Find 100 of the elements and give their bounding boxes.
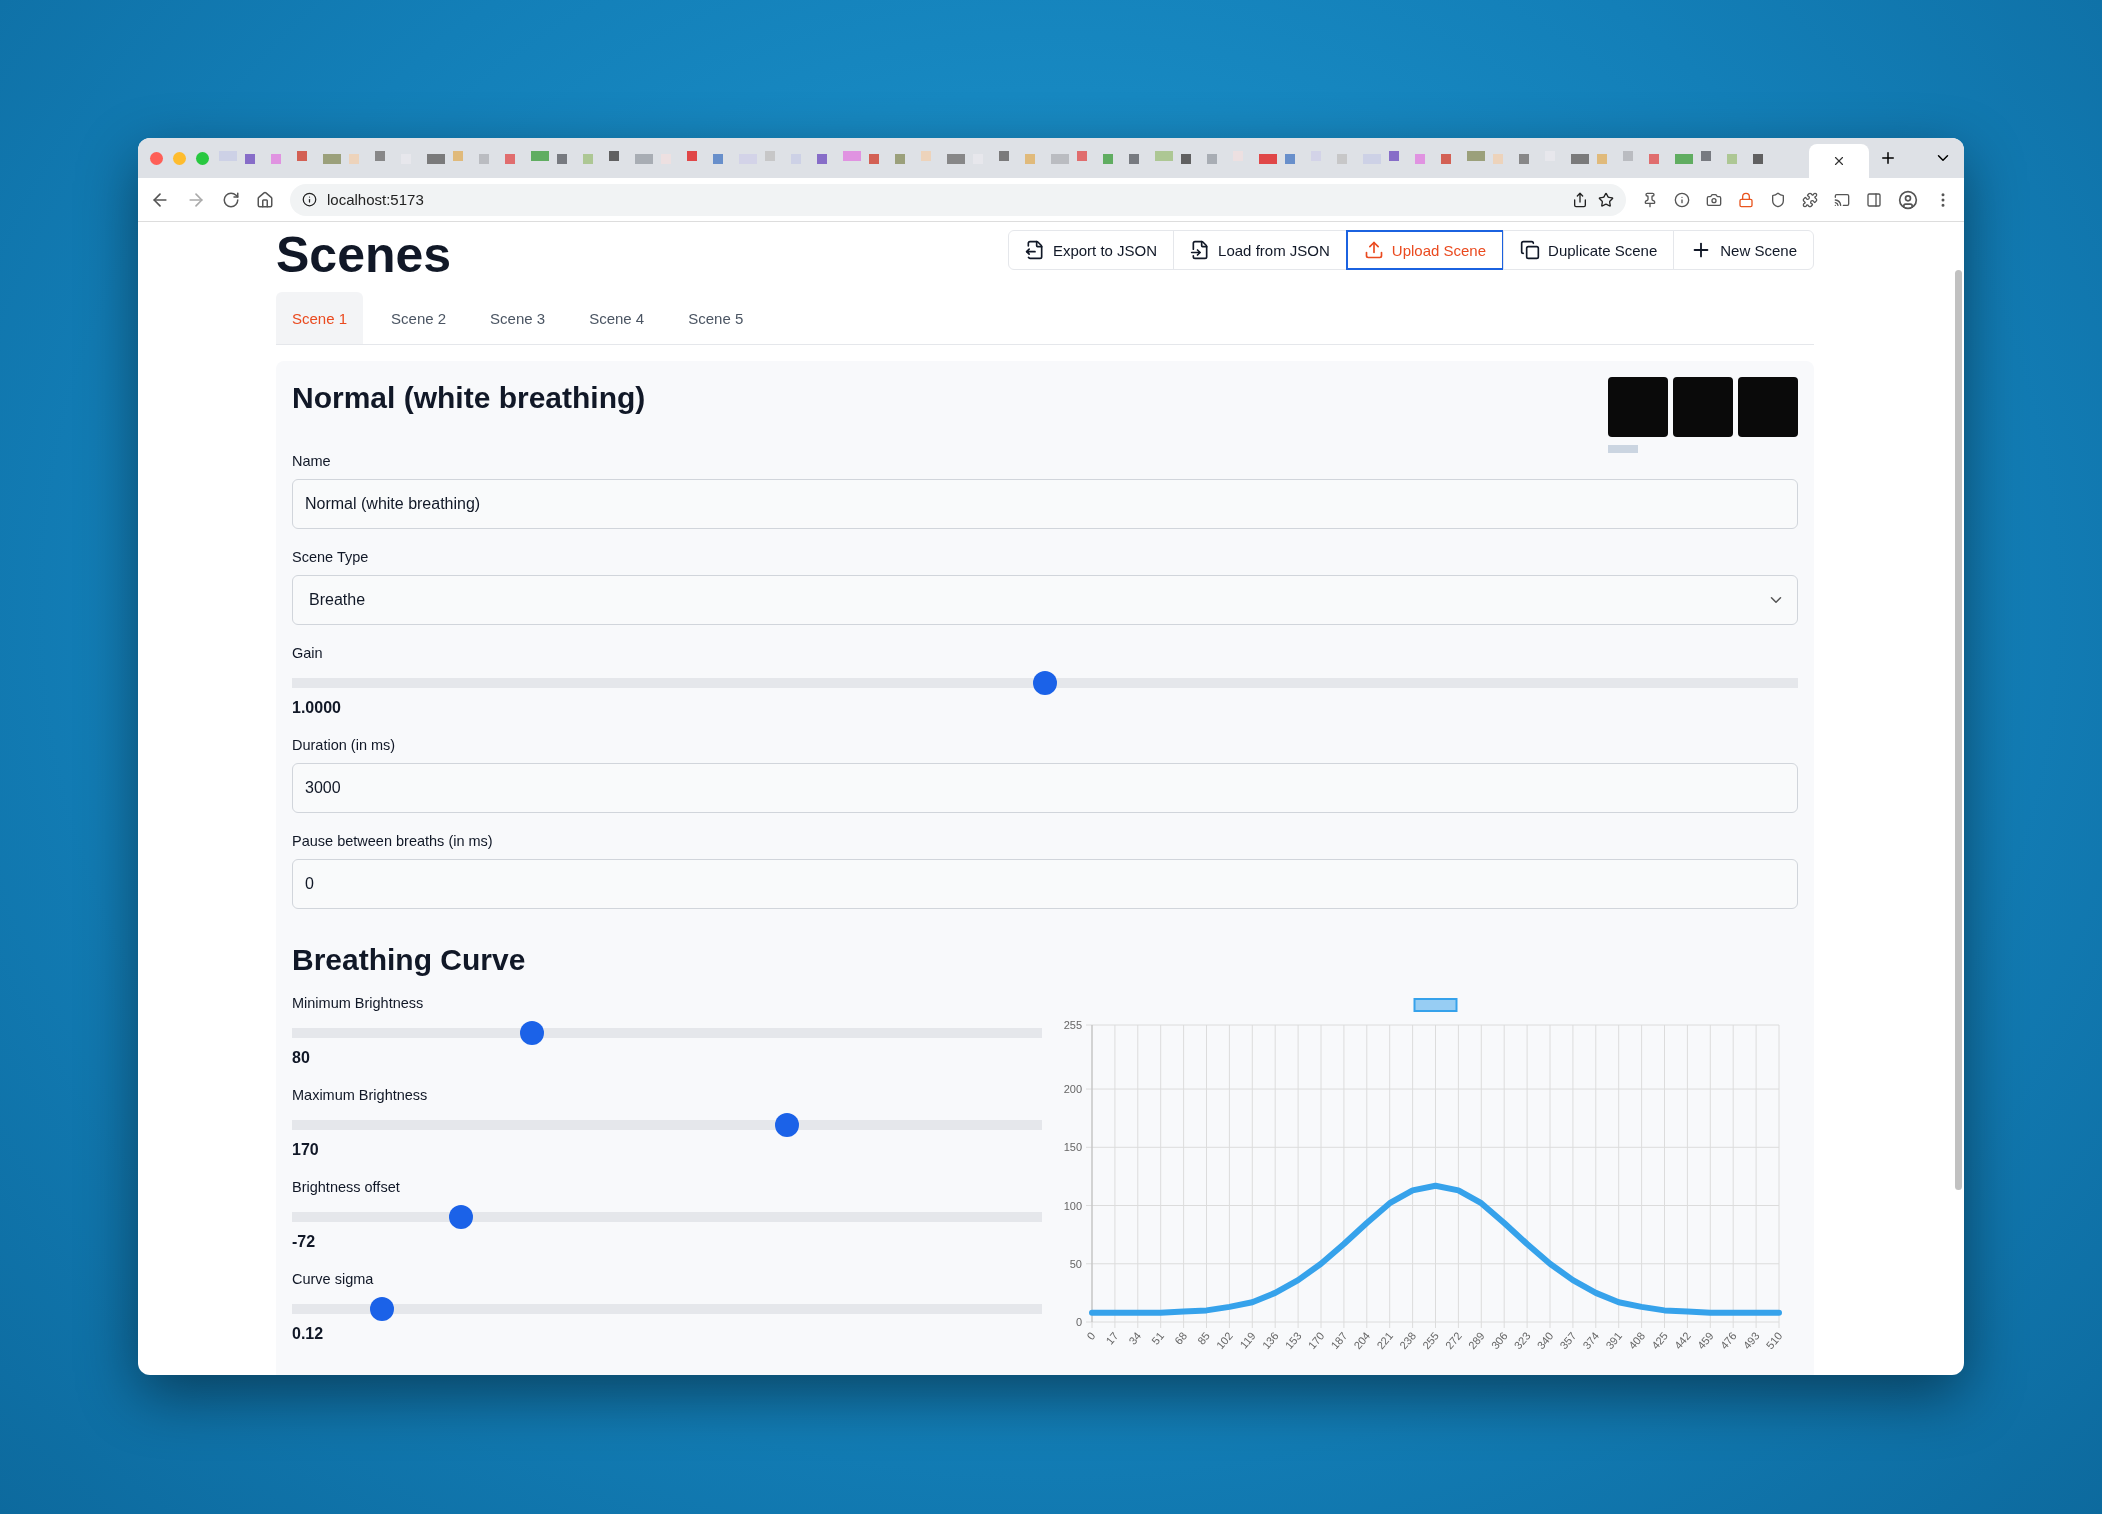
y-axis-label: 50 [1069,1257,1082,1270]
action-button[interactable]: Export to JSON [1007,230,1175,270]
import-file-icon [1190,240,1211,260]
slider-thumb[interactable] [1033,671,1057,695]
x-axis-label: 272 [1442,1329,1464,1352]
page-title: Scenes [276,226,452,284]
camera-icon[interactable] [1706,191,1722,208]
share-icon[interactable] [1572,191,1588,208]
slider-value: 1.0000 [292,699,342,717]
field-label: Duration (in ms) [292,737,397,753]
x-axis-label: 136 [1259,1329,1281,1352]
color-swatch[interactable] [1608,377,1668,437]
x-axis-label: 238 [1397,1329,1419,1352]
upload-icon [1363,240,1384,260]
scene-tab[interactable]: Scene 2 [375,292,463,344]
y-axis-label: 255 [1063,1019,1082,1031]
text-input[interactable]: 3000 [292,763,1798,813]
x-axis-label: 204 [1351,1329,1373,1352]
x-axis-label: 51 [1149,1329,1167,1347]
slider-value: 0.12 [292,1325,325,1343]
color-swatch[interactable] [1673,377,1733,437]
scene-tab[interactable]: Scene 3 [474,292,562,344]
section-title: Breathing Curve [292,943,527,977]
url-text: localhost:5173 [327,191,425,208]
x-axis-label: 153 [1282,1329,1304,1352]
x-axis-label: 85 [1194,1329,1213,1347]
legend-swatch[interactable] [1413,998,1458,1012]
cast-icon[interactable] [1834,191,1850,208]
close-icon[interactable] [1832,154,1846,168]
field-label: Maximum Brightness [292,1087,429,1103]
color-swatch[interactable] [1738,377,1798,437]
x-axis-label: 442 [1671,1329,1693,1352]
x-axis-label: 221 [1374,1329,1396,1352]
x-axis-label: 374 [1580,1329,1602,1352]
action-button[interactable]: Upload Scene [1345,230,1505,270]
x-axis-label: 510 [1763,1329,1785,1352]
x-axis-label: 357 [1557,1329,1579,1352]
action-button[interactable]: Duplicate Scene [1503,230,1675,270]
pin-icon[interactable] [1642,191,1658,208]
lock-icon[interactable] [1738,191,1754,208]
y-axis-label: 100 [1063,1199,1082,1212]
x-axis-label: 391 [1603,1329,1625,1352]
info-icon[interactable] [302,192,317,207]
action-button[interactable]: Load from JSON [1173,230,1347,270]
x-axis-label: 102 [1213,1329,1235,1352]
action-button[interactable]: New Scene [1673,230,1814,270]
new-tab-icon[interactable] [1879,149,1897,167]
extensions-icon[interactable] [1802,191,1818,208]
x-axis-label: 170 [1305,1329,1327,1352]
slider-thumb[interactable] [520,1021,544,1045]
y-axis-label: 150 [1063,1141,1082,1154]
x-axis-label: 408 [1626,1329,1648,1352]
x-axis-label: 34 [1126,1329,1144,1347]
scene-tab[interactable]: Scene 1 [276,292,364,344]
x-axis-label: 340 [1534,1329,1556,1352]
address-bar[interactable]: localhost:5173 [290,183,1626,216]
x-axis-label: 306 [1488,1329,1510,1352]
x-axis-label: 68 [1172,1329,1190,1347]
scene-title: Normal (white breathing) [292,381,646,416]
select-field[interactable]: Breathe [292,575,1798,625]
field-label: Pause between breaths (in ms) [292,833,494,849]
scrollbar-thumb[interactable] [1954,270,1962,1190]
export-file-icon [1024,240,1045,260]
y-axis-label: 200 [1063,1083,1082,1096]
copy-icon [1520,240,1541,260]
slider-thumb[interactable] [370,1297,394,1321]
field-label: Gain [292,645,324,661]
y-axis-label: 0 [1075,1316,1082,1328]
scene-tab[interactable]: Scene 5 [672,292,760,344]
shield-icon[interactable] [1770,191,1786,208]
text-input[interactable]: Normal (white breathing) [292,479,1798,529]
x-axis-label: 289 [1465,1329,1487,1352]
info-icon[interactable] [1674,191,1690,208]
slider-value: 170 [292,1141,320,1159]
field-label: Brightness offset [292,1179,401,1195]
x-axis-label: 323 [1511,1329,1533,1352]
field-label: Name [292,453,332,469]
slider-value: 80 [292,1049,311,1067]
x-axis-label: 17 [1103,1329,1121,1347]
x-axis-label: 119 [1237,1329,1258,1351]
slider-thumb[interactable] [448,1205,473,1229]
scene-tab[interactable]: Scene 4 [573,292,661,344]
profile-icon[interactable] [1898,189,1918,210]
text-input[interactable]: 0 [292,859,1798,909]
slider-value: -72 [292,1233,317,1251]
x-axis-label: 0 [1084,1329,1098,1342]
x-axis-label: 187 [1328,1329,1350,1352]
field-label: Minimum Brightness [292,995,425,1011]
x-axis-label: 459 [1694,1329,1716,1352]
reload-icon[interactable] [222,190,240,209]
star-icon[interactable] [1598,191,1614,208]
slider-thumb[interactable] [775,1113,799,1137]
x-axis-label: 493 [1740,1329,1762,1352]
side-panel-icon[interactable] [1866,191,1882,208]
x-axis-label: 255 [1420,1329,1442,1352]
home-icon[interactable] [256,190,274,209]
x-axis-label: 476 [1717,1329,1739,1352]
field-label: Curve sigma [292,1271,375,1287]
field-label: Scene Type [292,549,370,565]
x-axis-label: 425 [1649,1329,1671,1352]
